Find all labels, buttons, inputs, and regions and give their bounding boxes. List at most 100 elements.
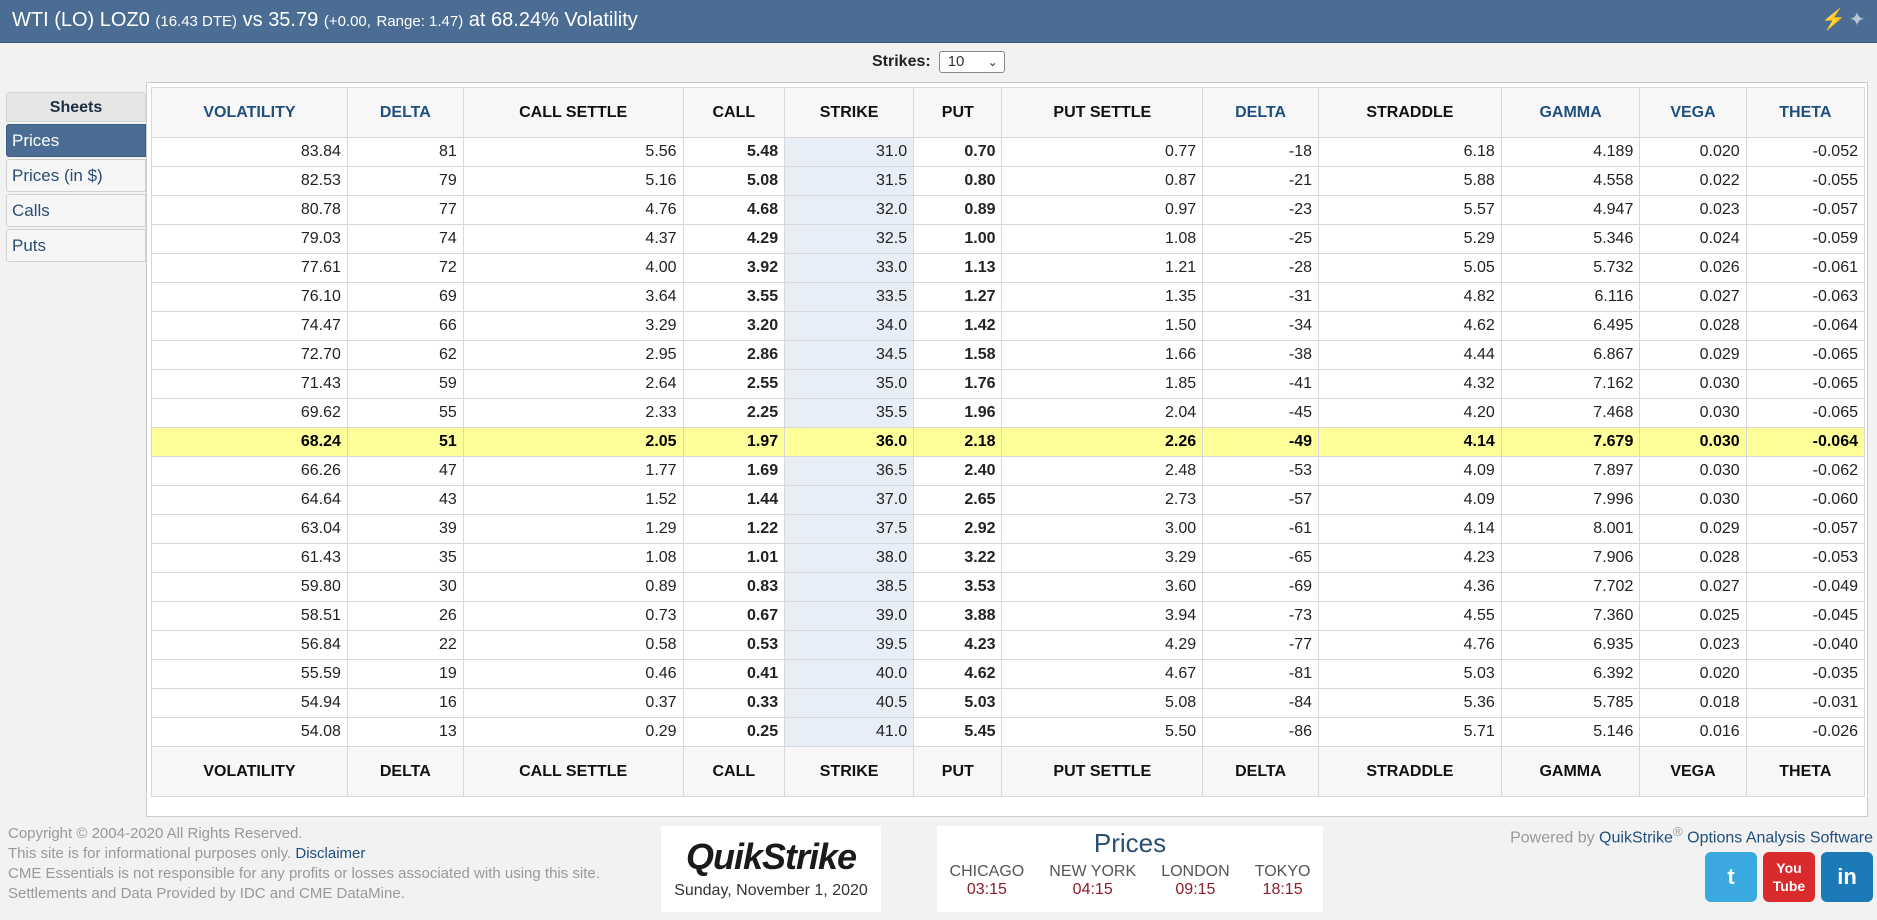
table-row[interactable]: 58.51 26 0.73 0.67 39.0 3.88 3.94 -73 4.55 7.360 0… <box>151 601 1866 631</box>
table-cell: -0.049 <box>1745 572 1866 602</box>
table-cell: 34.0 <box>784 311 915 341</box>
table-cell: 0.030 <box>1639 456 1747 486</box>
table-cell: -53 <box>1202 456 1320 486</box>
youtube-icon[interactable]: You Tube <box>1763 852 1815 902</box>
table-cell: 31.0 <box>784 137 915 167</box>
table-cell: 4.36 <box>1318 572 1502 602</box>
twitter-bird-icon[interactable]: ✦ <box>1847 9 1867 31</box>
table-cell: -0.064 <box>1745 311 1866 341</box>
pricing-table: VOLATILITY DELTA CALL SETTLE CALL STRIKE PUT P… <box>151 87 1866 797</box>
table-cell: 62 <box>346 340 464 370</box>
table-cell: 2.18 <box>913 427 1003 457</box>
table-row[interactable]: 54.94 16 0.37 0.33 40.5 5.03 5.08 -84 5.36 5.785 0… <box>151 688 1866 718</box>
table-row[interactable]: 71.43 59 2.64 2.55 35.0 1.76 1.85 -41 4.32 7.162 0… <box>151 369 1866 399</box>
table-cell: 0.025 <box>1639 601 1747 631</box>
table-cell: 2.04 <box>1001 398 1204 428</box>
table-cell: 4.37 <box>462 224 684 254</box>
table-row[interactable]: 66.26 47 1.77 1.69 36.5 2.40 2.48 -53 4.09 7.897 0… <box>151 456 1866 486</box>
table-row[interactable]: 76.10 69 3.64 3.55 33.5 1.27 1.35 -31 4.82 6.116 0… <box>151 282 1866 312</box>
table-cell: 1.29 <box>462 514 684 544</box>
table-cell: 39.5 <box>784 630 915 660</box>
sheet-item-prices[interactable]: Prices <box>6 124 146 157</box>
table-row[interactable]: 69.62 55 2.33 2.25 35.5 1.96 2.04 -45 4.20 7.468 0… <box>151 398 1866 428</box>
table-cell: 40.0 <box>784 659 915 689</box>
table-row[interactable]: 82.53 79 5.16 5.08 31.5 0.80 0.87 -21 5.88 4.558 0… <box>151 166 1866 196</box>
table-cell: 72.70 <box>151 340 348 370</box>
table-cell: 4.55 <box>1318 601 1502 631</box>
column-header: THETA <box>1745 87 1866 138</box>
table-cell: -0.062 <box>1745 456 1866 486</box>
table-cell: -65 <box>1202 543 1320 573</box>
table-cell: 69 <box>346 282 464 312</box>
table-cell: 0.77 <box>1001 137 1204 167</box>
table-cell: 5.36 <box>1318 688 1502 718</box>
table-cell: 6.116 <box>1500 282 1641 312</box>
table-cell: -84 <box>1202 688 1320 718</box>
table-cell: 4.44 <box>1318 340 1502 370</box>
table-cell: 0.58 <box>462 630 684 660</box>
table-cell: 66.26 <box>151 456 348 486</box>
table-cell: 32.5 <box>784 224 915 254</box>
table-cell: 2.64 <box>462 369 684 399</box>
table-cell: 71.43 <box>151 369 348 399</box>
table-cell: 0.029 <box>1639 514 1747 544</box>
table-row[interactable]: 61.43 35 1.08 1.01 38.0 3.22 3.29 -65 4.23 7.906 0… <box>151 543 1866 573</box>
sheet-item-calls[interactable]: Calls <box>6 194 146 227</box>
table-cell: 0.53 <box>682 630 786 660</box>
powered-brand[interactable]: QuikStrike <box>1599 829 1673 846</box>
table-cell: 4.76 <box>462 195 684 225</box>
table-row[interactable]: 68.24 51 2.05 1.97 36.0 2.18 2.26 -49 4.14 7.679 0… <box>151 427 1866 457</box>
table-row[interactable]: 80.78 77 4.76 4.68 32.0 0.89 0.97 -23 5.57 4.947 0… <box>151 195 1866 225</box>
table-cell: 5.03 <box>913 688 1003 718</box>
twitter-icon[interactable]: t <box>1705 852 1757 902</box>
table-cell: 0.37 <box>462 688 684 718</box>
table-cell: 0.027 <box>1639 282 1747 312</box>
table-cell: 1.44 <box>682 485 786 515</box>
table-row[interactable]: 79.03 74 4.37 4.29 32.5 1.00 1.08 -25 5.29 5.346 0… <box>151 224 1866 254</box>
table-cell: 77.61 <box>151 253 348 283</box>
table-cell: 4.68 <box>682 195 786 225</box>
table-row[interactable]: 77.61 72 4.00 3.92 33.0 1.13 1.21 -28 5.05 5.732 0… <box>151 253 1866 283</box>
table-cell: 0.89 <box>913 195 1003 225</box>
table-cell: 1.42 <box>913 311 1003 341</box>
table-row[interactable]: 59.80 30 0.89 0.83 38.5 3.53 3.60 -69 4.36 7.702 0… <box>151 572 1866 602</box>
table-cell: 43 <box>346 485 464 515</box>
table-cell: 4.29 <box>682 224 786 254</box>
strikes-select[interactable]: 10 ⌄ <box>938 51 1005 73</box>
table-cell: 5.732 <box>1500 253 1641 283</box>
column-header: DELTA <box>1202 87 1320 138</box>
table-cell: 59.80 <box>151 572 348 602</box>
table-cell: 3.92 <box>682 253 786 283</box>
table-row[interactable]: 55.59 19 0.46 0.41 40.0 4.62 4.67 -81 5.03 6.392 0… <box>151 659 1866 689</box>
table-row[interactable]: 56.84 22 0.58 0.53 39.5 4.23 4.29 -77 4.76 6.935 0… <box>151 630 1866 660</box>
sheets-header: Sheets <box>6 92 146 122</box>
table-cell: 7.468 <box>1500 398 1641 428</box>
table-cell: 1.77 <box>462 456 684 486</box>
sheet-item-prices-dollars[interactable]: Prices (in $) <box>6 159 146 192</box>
table-cell: 0.028 <box>1639 543 1747 573</box>
table-row[interactable]: 54.08 13 0.29 0.25 41.0 5.45 5.50 -86 5.71 5.146 0… <box>151 717 1866 747</box>
table-cell: 66 <box>346 311 464 341</box>
table-row[interactable]: 83.84 81 5.56 5.48 31.0 0.70 0.77 -18 6.18 4.189 0… <box>151 137 1866 167</box>
disclaimer-link[interactable]: Disclaimer <box>295 845 365 862</box>
sheet-item-puts[interactable]: Puts <box>6 229 146 262</box>
column-header: THETA <box>1745 746 1866 797</box>
table-cell: -69 <box>1202 572 1320 602</box>
lightning-icon[interactable]: ⚡ <box>1821 9 1846 31</box>
table-row[interactable]: 74.47 66 3.29 3.20 34.0 1.42 1.50 -34 4.62 6.495 0… <box>151 311 1866 341</box>
table-cell: 82.53 <box>151 166 348 196</box>
table-row[interactable]: 63.04 39 1.29 1.22 37.5 2.92 3.00 -61 4.14 8.001 0… <box>151 514 1866 544</box>
table-cell: 0.80 <box>913 166 1003 196</box>
table-cell: 0.67 <box>682 601 786 631</box>
linkedin-icon[interactable]: in <box>1821 852 1873 902</box>
table-cell: 26 <box>346 601 464 631</box>
table-cell: 1.00 <box>913 224 1003 254</box>
table-row[interactable]: 64.64 43 1.52 1.44 37.0 2.65 2.73 -57 4.09 7.996 0… <box>151 485 1866 515</box>
table-cell: 4.32 <box>1318 369 1502 399</box>
column-header: DELTA <box>346 87 464 138</box>
table-cell: -0.065 <box>1745 340 1866 370</box>
table-cell: 68.24 <box>151 427 348 457</box>
table-row[interactable]: 72.70 62 2.95 2.86 34.5 1.58 1.66 -38 4.44 6.867 0… <box>151 340 1866 370</box>
column-header: STRIKE <box>784 87 915 138</box>
table-cell: 55 <box>346 398 464 428</box>
